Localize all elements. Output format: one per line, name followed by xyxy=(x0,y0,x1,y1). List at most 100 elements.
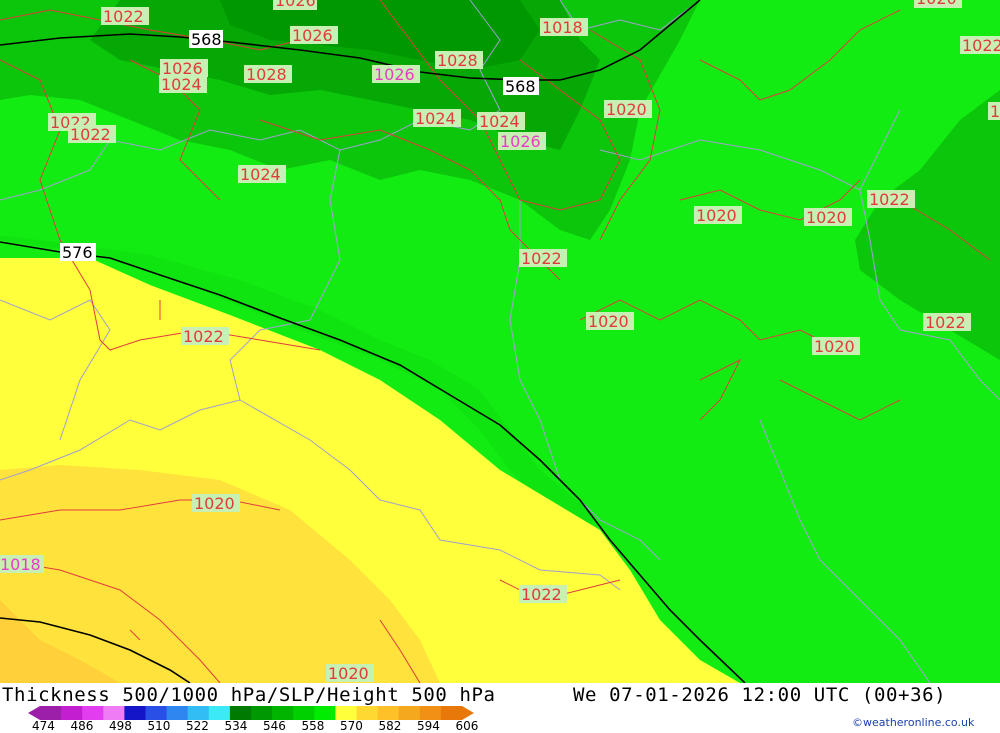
legend-color-swatch xyxy=(398,706,421,720)
legend-color-swatch xyxy=(40,706,62,720)
svg-text:1024: 1024 xyxy=(479,112,520,131)
slp-label: 1018 xyxy=(540,18,588,37)
slp-label: 1022 xyxy=(960,36,1000,55)
slp-label: 1020 xyxy=(804,208,852,227)
legend-color-swatch xyxy=(208,706,231,720)
color-legend xyxy=(28,706,474,720)
slp-label: 102 xyxy=(988,102,1000,121)
legend-right-arrow xyxy=(462,706,474,720)
legend-tick-label: 582 xyxy=(378,719,402,733)
slp-label: 1024 xyxy=(477,112,525,131)
slp-label: 1020 xyxy=(604,100,652,119)
legend-color-swatch xyxy=(124,706,146,720)
svg-text:1024: 1024 xyxy=(161,75,202,94)
slp-label: 1024 xyxy=(238,165,286,184)
legend-color-swatch xyxy=(61,706,83,720)
height-label: 568 xyxy=(189,30,223,49)
legend-color-swatch xyxy=(229,706,252,720)
svg-text:1022: 1022 xyxy=(521,585,562,604)
slp-label: 1020 xyxy=(586,312,634,331)
legend-color-swatch xyxy=(103,706,125,720)
svg-text:1022: 1022 xyxy=(869,190,910,209)
slp-label: 1026 xyxy=(498,132,546,151)
svg-text:1020: 1020 xyxy=(916,0,957,8)
legend-tick-label: 498 xyxy=(109,719,132,733)
legend-color-swatch xyxy=(314,706,336,720)
legend-color-swatch xyxy=(82,706,104,720)
legend-color-swatch xyxy=(251,706,273,720)
slp-label: 1022 xyxy=(68,125,116,144)
svg-text:576: 576 xyxy=(62,243,93,262)
legend-tick-label: 474 xyxy=(32,719,55,733)
legend-color-swatch xyxy=(166,706,189,720)
map-footer: Thickness 500/1000 hPa/SLP/Height 500 hP… xyxy=(0,683,1000,733)
svg-text:1024: 1024 xyxy=(415,109,456,128)
legend-color-swatch xyxy=(145,706,168,720)
slp-label: 1020 xyxy=(192,494,240,513)
legend-bar xyxy=(40,706,463,720)
legend-left-arrow xyxy=(28,706,40,720)
slp-label: 1018 xyxy=(0,555,44,574)
svg-text:1020: 1020 xyxy=(814,337,855,356)
legend-tick-label: 546 xyxy=(263,719,286,733)
legend-color-swatch xyxy=(419,706,442,720)
slp-label: 1028 xyxy=(244,65,292,84)
legend-color-swatch xyxy=(377,706,400,720)
legend-color-swatch xyxy=(187,706,210,720)
svg-text:1028: 1028 xyxy=(437,51,478,70)
legend-tick-label: 486 xyxy=(70,719,94,733)
legend-tick-label: 522 xyxy=(186,719,209,733)
svg-text:102: 102 xyxy=(990,102,1000,121)
slp-label: 1024 xyxy=(413,109,461,128)
slp-label: 1020 xyxy=(914,0,962,8)
legend-color-swatch xyxy=(356,706,379,720)
legend-tick-label: 534 xyxy=(224,719,248,733)
slp-label: 1022 xyxy=(181,327,229,346)
weather-map: 1026 1022 1026 1018 1022 1026 1024 1028 … xyxy=(0,0,1000,683)
svg-text:1026: 1026 xyxy=(275,0,316,10)
svg-text:1022: 1022 xyxy=(962,36,1000,55)
svg-text:568: 568 xyxy=(505,77,536,96)
slp-label: 1026 xyxy=(372,65,420,84)
slp-label: 1022 xyxy=(519,249,567,268)
svg-text:1018: 1018 xyxy=(542,18,583,37)
slp-label: 1020 xyxy=(812,337,860,356)
legend-color-swatch xyxy=(440,706,463,720)
slp-label: 1022 xyxy=(519,585,567,604)
legend-tick-label: 570 xyxy=(340,719,363,733)
svg-text:568: 568 xyxy=(191,30,222,49)
slp-label: 1020 xyxy=(326,664,374,683)
svg-text:1022: 1022 xyxy=(925,313,966,332)
svg-text:1026: 1026 xyxy=(292,26,333,45)
svg-text:1022: 1022 xyxy=(183,327,224,346)
forecast-datetime: We 07-01-2026 12:00 UTC (00+36) xyxy=(573,684,947,706)
svg-text:1026: 1026 xyxy=(374,65,415,84)
svg-text:1020: 1020 xyxy=(588,312,629,331)
credit-link[interactable]: ©weatheronline.co.uk xyxy=(852,716,974,729)
legend-tick-label: 594 xyxy=(417,719,440,733)
legend-tick-label: 606 xyxy=(455,719,479,733)
slp-label: 1026 xyxy=(273,0,317,10)
svg-text:1020: 1020 xyxy=(696,206,737,225)
svg-text:1024: 1024 xyxy=(240,165,281,184)
svg-text:1022: 1022 xyxy=(103,7,144,26)
svg-text:1022: 1022 xyxy=(70,125,111,144)
svg-text:1020: 1020 xyxy=(806,208,847,227)
svg-text:1026: 1026 xyxy=(500,132,541,151)
legend-tick-label: 510 xyxy=(147,719,171,733)
slp-label: 1020 xyxy=(694,206,742,225)
height-label: 576 xyxy=(60,243,96,262)
svg-text:1020: 1020 xyxy=(194,494,235,513)
legend-color-swatch xyxy=(335,706,357,720)
svg-text:1020: 1020 xyxy=(606,100,647,119)
legend-color-swatch xyxy=(293,706,315,720)
slp-label: 1028 xyxy=(435,51,483,70)
slp-label: 1022 xyxy=(867,190,915,209)
legend-color-swatch xyxy=(272,706,294,720)
svg-text:1022: 1022 xyxy=(521,249,562,268)
svg-text:1020: 1020 xyxy=(328,664,369,683)
height-label: 568 xyxy=(503,77,539,96)
map-title: Thickness 500/1000 hPa/SLP/Height 500 hP… xyxy=(2,684,496,706)
slp-label: 1022 xyxy=(923,313,971,332)
legend-tick-label: 558 xyxy=(301,719,325,733)
